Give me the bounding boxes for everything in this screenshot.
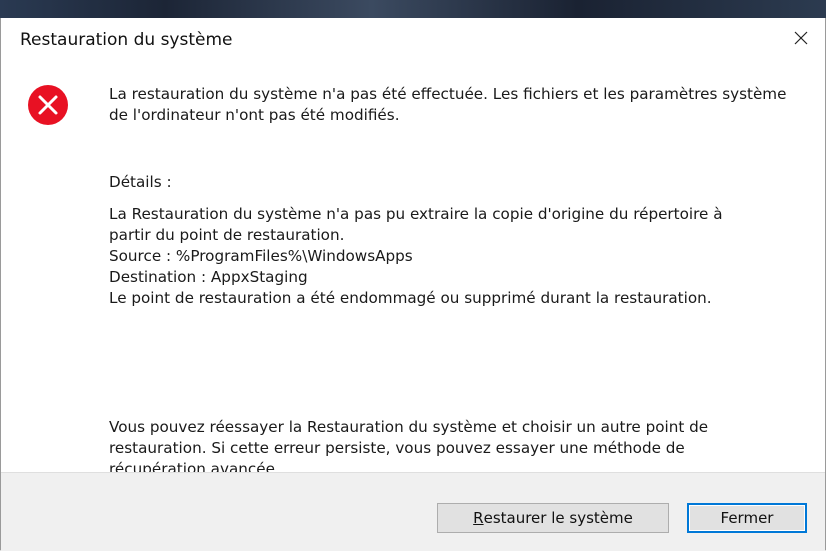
details-line: La Restauration du système n'a pas pu ex… (109, 205, 723, 223)
close-dialog-button[interactable]: Fermer (687, 503, 807, 533)
error-icon (28, 85, 68, 125)
details-line-destination: Destination : AppxStaging (109, 268, 308, 286)
restore-mnemonic: R (473, 509, 484, 527)
background-window-edge (0, 0, 826, 18)
window-title: Restauration du système (20, 30, 233, 50)
close-label: Fermer (720, 509, 774, 527)
restore-system-button[interactable]: Restaurer le système (437, 503, 669, 533)
details-line-source: Source : %ProgramFiles%\WindowsApps (109, 247, 413, 265)
details-line: partir du point de restauration. (109, 226, 345, 244)
details-body: La Restauration du système n'a pas pu ex… (109, 204, 789, 309)
details-heading: Détails : (109, 173, 172, 191)
message-content: La restauration du système n'a pas été e… (109, 84, 789, 478)
main-message: La restauration du système n'a pas été e… (109, 85, 787, 124)
title-bar: Restauration du système (1, 18, 825, 64)
system-restore-error-dialog: Restauration du système La restauration … (0, 18, 826, 551)
details-line: Le point de restauration a été endommagé… (109, 289, 712, 307)
advice-message: Vous pouvez réessayer la Restauration du… (109, 418, 709, 478)
restore-label: estaurer le système (483, 509, 633, 527)
button-footer: Restaurer le système Fermer (1, 472, 825, 551)
close-icon (794, 31, 808, 45)
close-button[interactable] (777, 18, 825, 58)
